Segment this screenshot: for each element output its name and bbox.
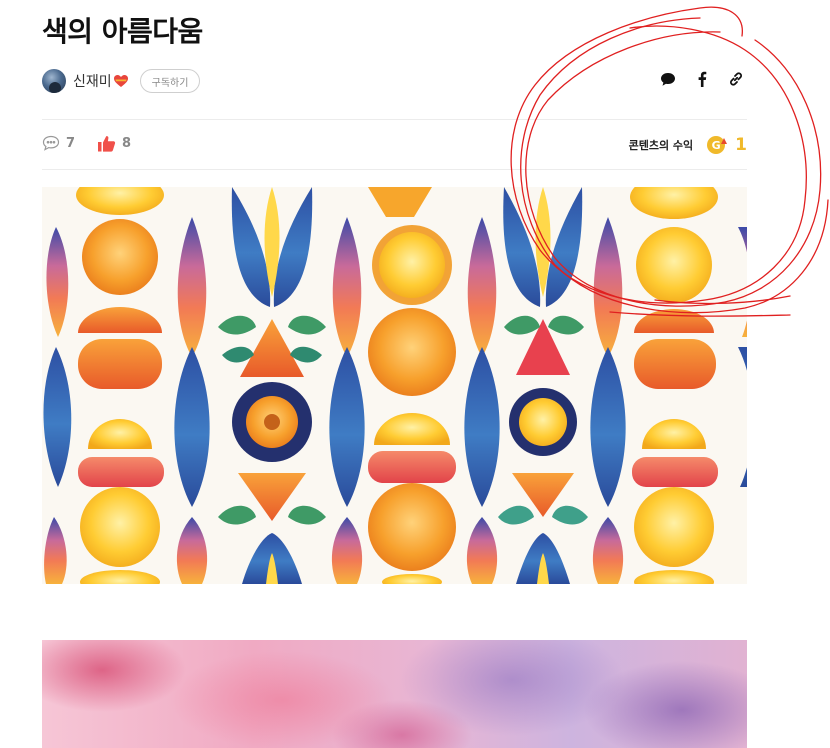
divider [42, 119, 747, 120]
stats-row: 7 8 콘텐츠의 수익 G 1 [42, 133, 747, 157]
divider [42, 169, 747, 170]
content-revenue[interactable]: 콘텐츠의 수익 G 1 [629, 133, 747, 157]
revenue-label: 콘텐츠의 수익 [628, 139, 694, 152]
facebook-icon[interactable] [694, 71, 710, 87]
watercolor-citrus-image [42, 187, 747, 584]
link-icon[interactable] [728, 71, 744, 87]
heart-icon [113, 74, 128, 87]
thumbs-up-icon [98, 136, 116, 152]
comment-stat[interactable]: 7 [42, 135, 75, 151]
g-revenue-icon: G [707, 136, 728, 154]
comment-bubble-icon[interactable] [660, 71, 676, 87]
comment-count: 7 [66, 135, 76, 151]
avatar[interactable] [42, 69, 66, 93]
author-name[interactable]: 신재미 [73, 71, 112, 91]
author-row: 신재미 구독하기 [42, 68, 201, 94]
like-stat[interactable]: 8 [97, 135, 131, 152]
article-page: 색의 아름다움 신재미 구독하기 7 8 콘텐츠의 수익 G 1 [0, 0, 830, 748]
revenue-count: 1 [735, 135, 747, 155]
subscribe-button[interactable]: 구독하기 [139, 69, 201, 93]
comment-icon [42, 135, 60, 151]
watercolor-pink-image [42, 640, 747, 748]
article-title: 색의 아름다움 [42, 15, 203, 48]
like-count: 8 [122, 136, 132, 151]
share-icons [660, 71, 744, 87]
